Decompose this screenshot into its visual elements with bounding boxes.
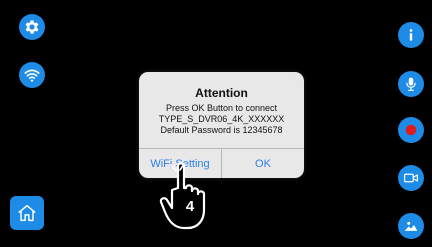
dialog-message-line: Press OK Button to connect (165, 103, 278, 113)
dialog-message-line: TYPE_S_DVR06_4K_XXXXXX (158, 114, 285, 124)
tap-hand-icon (159, 162, 206, 230)
settings-button[interactable] (19, 14, 45, 40)
home-icon (18, 204, 36, 222)
record-button[interactable] (398, 117, 424, 143)
home-button[interactable] (10, 196, 44, 230)
gear-icon (25, 20, 39, 34)
microphone-button[interactable] (398, 71, 424, 97)
info-icon (409, 29, 413, 41)
gallery-icon (404, 221, 418, 231)
step-number-label: 4 (185, 198, 195, 215)
wifi-button[interactable] (19, 62, 45, 88)
wifi-icon (24, 69, 40, 82)
microphone-icon (406, 77, 416, 91)
record-icon (405, 124, 417, 136)
info-button[interactable] (398, 22, 424, 48)
dialog-message-line: Default Password is 12345678 (160, 125, 283, 135)
video-camera-icon (404, 173, 418, 183)
dialog-title: Attention (195, 86, 248, 100)
ok-button[interactable]: OK (222, 149, 304, 178)
video-button[interactable] (398, 165, 424, 191)
camera-screen: Attention Press OK Button to connect TYP… (0, 0, 432, 247)
gallery-button[interactable] (398, 213, 424, 239)
